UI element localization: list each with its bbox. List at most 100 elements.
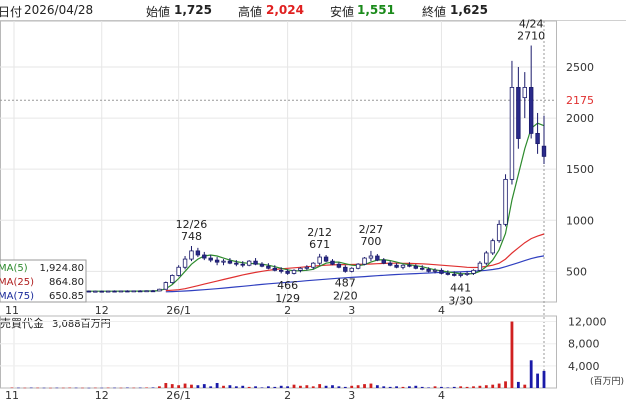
volume-y-tick: 8,000 xyxy=(568,338,600,351)
volume-x-tick: 4 xyxy=(438,389,445,400)
volume-bar xyxy=(472,386,475,388)
candle-body xyxy=(202,254,207,259)
volume-bar xyxy=(427,387,431,388)
volume-bar xyxy=(49,387,52,389)
candle-body xyxy=(407,264,412,267)
volume-title: 売買代金 xyxy=(0,316,44,330)
volume-bar xyxy=(247,386,251,388)
price-y-tick: 1000 xyxy=(566,214,594,227)
volume-bar xyxy=(260,387,264,388)
candle-body xyxy=(112,290,117,293)
volume-bar xyxy=(305,385,309,388)
volume-bar xyxy=(266,386,270,388)
volume-bar xyxy=(369,383,373,388)
candle-body xyxy=(221,260,226,263)
volume-bar xyxy=(202,384,206,388)
candle-body xyxy=(528,87,534,134)
volume-bar xyxy=(74,387,78,389)
volume-bar xyxy=(273,386,277,388)
volume-value: 3,088百万円 xyxy=(52,318,111,330)
volume-bar xyxy=(158,386,161,388)
candle-body xyxy=(189,250,194,260)
volume-bar xyxy=(132,387,136,389)
volume-x-tick: 12 xyxy=(95,389,109,400)
volume-x-tick: 2 xyxy=(284,389,291,400)
volume-bar xyxy=(254,386,257,388)
candle-body xyxy=(375,255,380,261)
candle-body xyxy=(157,288,162,292)
candle-body xyxy=(445,272,451,275)
volume-unit: (百万円) xyxy=(590,376,624,387)
volume-bar xyxy=(215,383,219,388)
volume-bar xyxy=(145,387,149,389)
price-x-tick: 11 xyxy=(5,304,19,317)
volume-bar xyxy=(542,370,546,388)
volume-bar xyxy=(55,387,59,389)
candle-body xyxy=(227,260,233,264)
volume-bar xyxy=(87,387,91,389)
candle-body xyxy=(150,290,156,293)
price-x-tick: 4 xyxy=(438,304,445,317)
annotation-price: 487 xyxy=(335,277,356,290)
volume-bar xyxy=(17,387,20,389)
price-y-tick: 2500 xyxy=(566,61,594,74)
volume-bar xyxy=(382,386,386,388)
ma-legend-label: MA(25) xyxy=(0,277,34,288)
candle-body xyxy=(343,266,348,272)
volume-bar xyxy=(459,386,463,388)
volume-bar xyxy=(497,383,501,388)
ma-legend-value: 1,924.80 xyxy=(39,263,84,274)
candle-body xyxy=(208,257,213,261)
ma-legend-value: 864.80 xyxy=(49,277,84,288)
volume-bar xyxy=(299,385,302,388)
candle-body xyxy=(163,282,169,290)
volume-bar xyxy=(209,386,213,388)
volume-bar xyxy=(279,385,283,388)
candle-body xyxy=(311,262,316,268)
volume-bar xyxy=(23,387,27,389)
current-price-label: 2175 xyxy=(566,94,594,107)
volume-bar xyxy=(484,385,488,388)
candle-body xyxy=(118,290,124,293)
volume-bar xyxy=(183,383,187,388)
volume-bar xyxy=(363,384,366,388)
candle-body xyxy=(541,145,547,157)
volume-bar xyxy=(81,387,84,389)
candle-body xyxy=(323,256,329,262)
volume-bar xyxy=(196,385,200,388)
ma-legend-value: 650.85 xyxy=(49,291,84,302)
annotation-date: 2/20 xyxy=(333,290,358,303)
candle-body xyxy=(170,275,175,283)
volume-bar xyxy=(164,383,168,388)
volume-bar xyxy=(151,387,155,388)
volume-bar xyxy=(324,385,328,388)
volume-bar xyxy=(36,387,40,389)
candle-body xyxy=(368,255,374,259)
volume-bar xyxy=(523,384,527,388)
price-x-tick: 3 xyxy=(348,304,355,317)
volume-bar xyxy=(510,321,514,388)
candle-body xyxy=(503,178,508,225)
volume-bar xyxy=(119,387,123,389)
candle-body xyxy=(266,265,271,269)
candle-body xyxy=(484,252,489,264)
candle-body xyxy=(279,269,284,272)
volume-bar xyxy=(395,386,398,388)
candle-body xyxy=(355,263,361,269)
candle-body xyxy=(452,274,457,276)
candle-body xyxy=(125,290,130,293)
volume-bar xyxy=(407,386,411,388)
volume-bar xyxy=(440,386,443,388)
candle-body xyxy=(464,272,470,275)
price-x-tick: 12 xyxy=(95,304,109,317)
volume-bar xyxy=(222,385,225,388)
candle-body xyxy=(304,266,310,269)
candle-body xyxy=(214,259,220,263)
volume-bar xyxy=(491,384,495,388)
candle-body xyxy=(426,268,431,272)
volume-bar xyxy=(241,385,245,388)
annotation-price: 671 xyxy=(309,238,330,251)
candle-body xyxy=(137,290,143,293)
volume-bar xyxy=(478,385,482,388)
candle-body xyxy=(182,258,188,268)
